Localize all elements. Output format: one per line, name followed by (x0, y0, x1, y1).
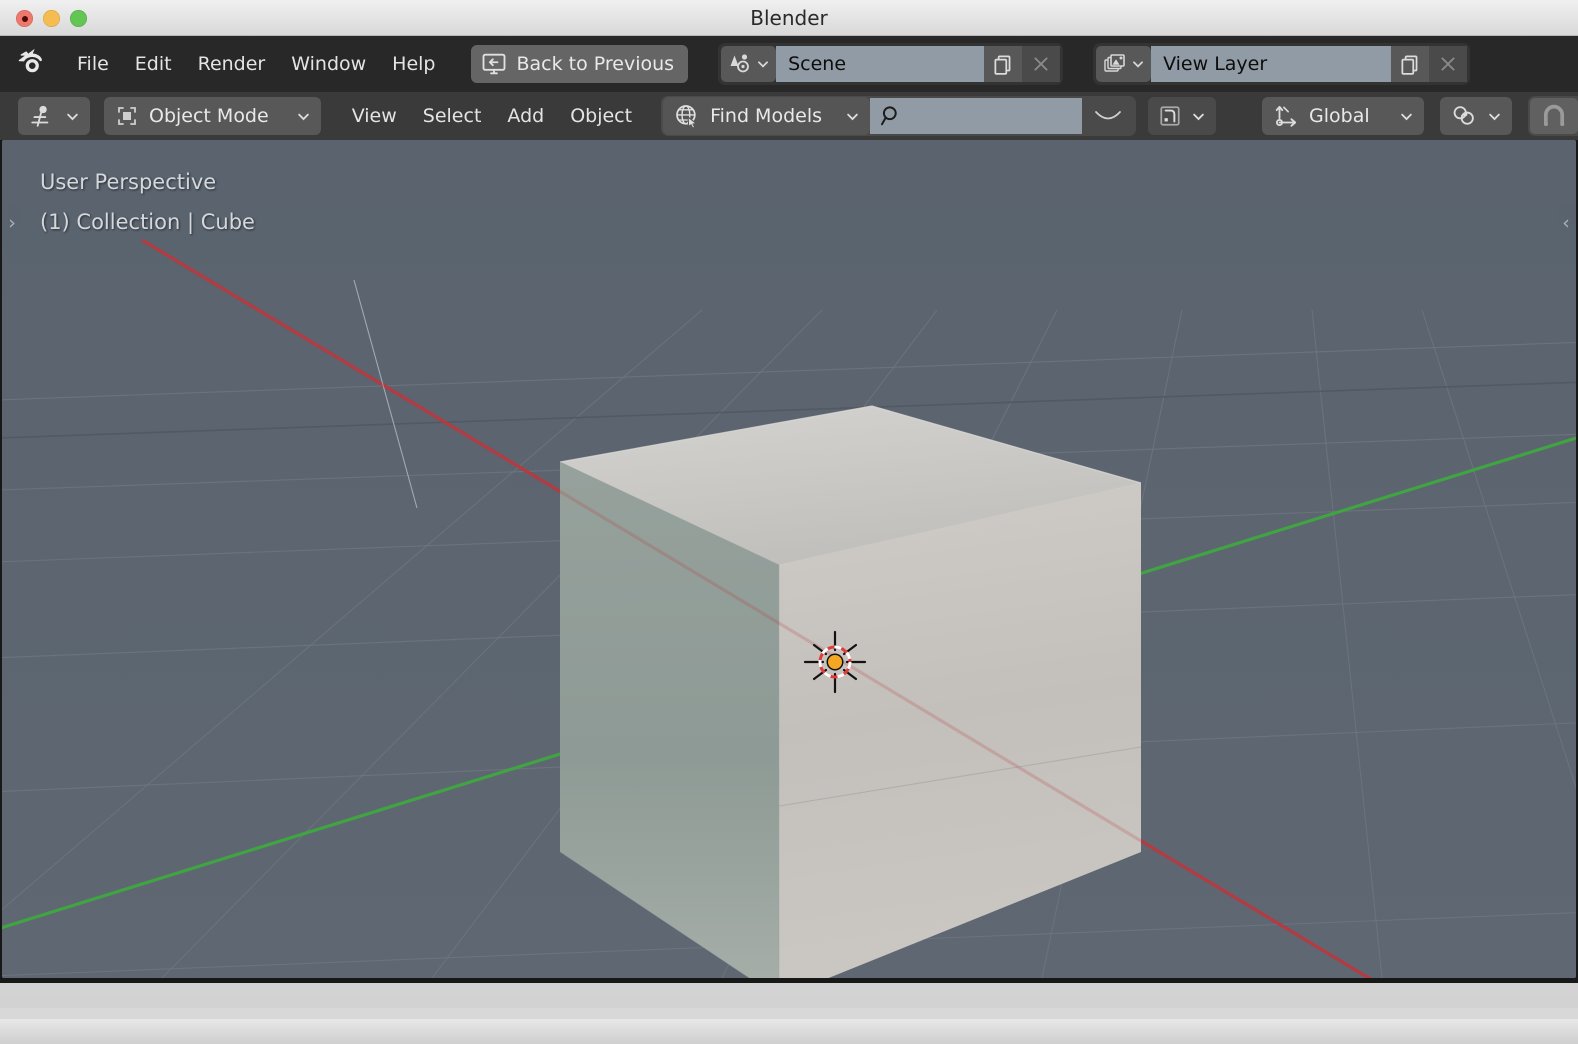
menu-file[interactable]: File (64, 48, 122, 80)
pivot-point-icon (1450, 103, 1478, 129)
open-toolbar-arrow-icon[interactable]: › (2, 204, 22, 242)
find-models-label: Find Models (710, 105, 822, 127)
back-to-previous-label: Back to Previous (517, 53, 675, 75)
viewport-header-toolbar: Object Mode View Select Add Object (0, 92, 1578, 140)
interaction-mode-label: Object Mode (149, 105, 269, 127)
view-layer-icon (1102, 52, 1128, 76)
chevron-down-icon (1487, 109, 1502, 124)
blender-app-window: Blender File Edit Render Window Help (0, 0, 1578, 1008)
find-models-group: Find Models (661, 96, 1136, 136)
viewport-menu-view[interactable]: View (339, 100, 410, 132)
new-datablock-icon (992, 52, 1014, 76)
interaction-mode-dropdown[interactable]: Object Mode (104, 97, 321, 135)
chevron-down-icon (756, 57, 770, 71)
transform-axis-icon (1272, 103, 1300, 129)
curve-tool-button[interactable] (1082, 98, 1134, 134)
unlink-x-icon (1032, 55, 1050, 73)
scene-datablock-group: Scene (718, 43, 1063, 85)
viewport-menu-add[interactable]: Add (494, 100, 557, 132)
menu-render[interactable]: Render (185, 48, 279, 80)
window-bottom-plate (0, 1019, 1578, 1044)
scene-new-button[interactable] (984, 46, 1022, 82)
chevron-down-icon (1131, 57, 1145, 71)
chevron-down-icon (845, 109, 860, 124)
globe-cursor-icon (673, 103, 701, 129)
menu-window[interactable]: Window (278, 48, 379, 80)
view-layer-name-field[interactable]: View Layer (1151, 46, 1391, 82)
search-icon (880, 104, 904, 128)
menu-help[interactable]: Help (379, 48, 448, 80)
top-menu-bar: File Edit Render Window Help Back to Pre… (0, 36, 1578, 92)
view-layer-new-button[interactable] (1391, 46, 1429, 82)
editor-type-3dview-icon (28, 103, 56, 129)
corner-tool-dropdown[interactable] (1148, 97, 1216, 135)
window-title: Blender (0, 0, 1578, 36)
chevron-down-icon (296, 109, 311, 124)
pivot-point-dropdown[interactable] (1440, 97, 1512, 135)
menu-edit[interactable]: Edit (122, 48, 185, 80)
corner-tool-icon (1158, 104, 1182, 128)
view-layer-browse-button[interactable] (1096, 46, 1151, 82)
transform-orientation-label: Global (1309, 105, 1370, 127)
chevron-down-icon (1191, 109, 1206, 124)
open-sidebar-arrow-icon[interactable]: ‹ (1556, 204, 1576, 242)
transform-orientation-dropdown[interactable]: Global (1262, 97, 1424, 135)
snapping-group (1528, 96, 1578, 136)
curve-tool-icon (1093, 106, 1123, 126)
new-datablock-icon (1399, 52, 1421, 76)
scene-name-field[interactable]: Scene (776, 46, 984, 82)
unlink-x-icon (1439, 55, 1457, 73)
model-search-input[interactable] (870, 98, 1082, 134)
back-to-previous-button[interactable]: Back to Previous (471, 45, 689, 83)
view-layer-datablock-group: View Layer (1093, 43, 1470, 85)
3d-viewport[interactable]: User Perspective (1) Collection | Cube ›… (2, 140, 1576, 978)
editor-type-button[interactable] (18, 97, 90, 135)
scene-unlink-button[interactable] (1022, 46, 1060, 82)
window-titlebar: Blender (0, 0, 1578, 36)
screen-back-icon (479, 50, 509, 78)
viewport-menu-select[interactable]: Select (410, 100, 495, 132)
chevron-down-icon (1399, 109, 1414, 124)
view-layer-remove-button[interactable] (1429, 46, 1467, 82)
chevron-down-icon (65, 109, 80, 124)
scene-browse-button[interactable] (721, 46, 776, 82)
blender-ui-root: File Edit Render Window Help Back to Pre… (0, 36, 1578, 983)
snap-toggle-button[interactable] (1530, 98, 1578, 134)
viewport-scene (2, 140, 1576, 978)
viewport-menu-object[interactable]: Object (557, 100, 645, 132)
scene-data-icon (727, 52, 753, 76)
object-mode-icon (114, 104, 140, 128)
find-models-dropdown[interactable]: Find Models (663, 97, 870, 135)
blender-logo-icon[interactable] (16, 47, 50, 81)
magnet-icon (1540, 102, 1568, 130)
